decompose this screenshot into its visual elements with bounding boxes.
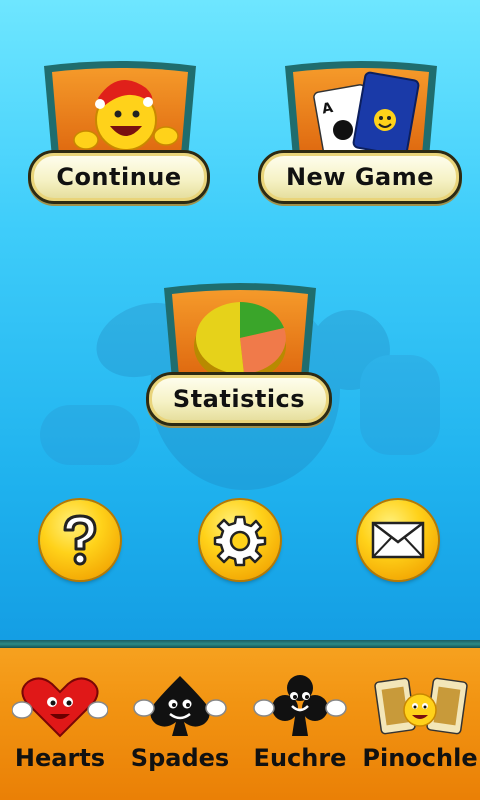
new-game-tile[interactable]: A New Game [258,58,464,223]
question-icon [63,514,97,566]
divider [0,640,480,648]
games-bar: Hearts Spades Euchre Pinochle [0,640,480,800]
game-label: Spades [130,744,230,772]
statistics-button[interactable]: Statistics [146,372,332,426]
club-mascot-icon [253,675,347,736]
help-button[interactable] [40,500,120,580]
game-euchre-button[interactable]: Euchre [240,660,360,795]
game-hearts-button[interactable]: Hearts [0,660,120,795]
game-label: Hearts [14,744,106,772]
continue-button[interactable]: Continue [28,150,210,204]
gear-icon [213,515,267,567]
main-menu-area: Continue A New Game Statistics [0,0,480,640]
statistics-tile[interactable]: Statistics [146,280,334,445]
game-label: Euchre [253,744,347,772]
face-cards-icon [374,677,468,735]
continue-tile[interactable]: Continue [28,58,212,223]
mail-button[interactable] [358,500,438,580]
game-spades-button[interactable]: Spades [120,660,240,795]
envelope-icon [371,521,425,559]
game-label: Pinochle [362,744,478,772]
game-pinochle-button[interactable]: Pinochle [360,660,480,795]
heart-mascot-icon [12,677,108,738]
settings-button[interactable] [200,500,280,580]
new-game-button[interactable]: New Game [258,150,462,204]
spade-mascot-icon [133,676,227,736]
